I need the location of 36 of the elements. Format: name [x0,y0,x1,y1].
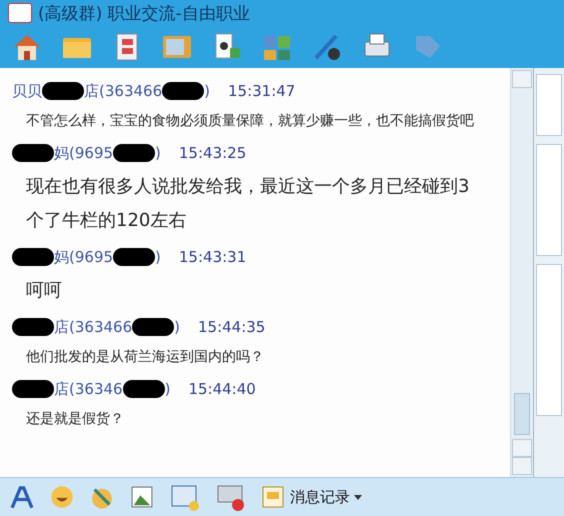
sender-name: ) [155,144,161,162]
message-text: 他们批发的是从荷兰海运到国内的吗？ [25,348,265,367]
redaction-mark [113,248,156,266]
app-icon [8,3,32,23]
history-icon [260,484,286,510]
sender-name: 贝贝 [12,82,42,100]
sender-name: 店(363466 [84,82,162,100]
message-time: 15:43:31 [178,248,246,266]
message-history-button[interactable]: 消息记录 [260,484,362,510]
message-time: 15:44:40 [188,380,256,398]
message-text: 还是就是假货？ [25,410,125,429]
redaction-mark [12,144,54,162]
redaction-mark [12,248,54,266]
message-text: 呵呵 [25,279,63,303]
sender-name: 店(363466 [54,318,132,336]
redaction-mark [162,82,204,100]
message-text: 现在也有很多人说批发给我，最近这一个多月已经碰到3个了牛栏的120左右 [25,175,470,233]
sender-name: 妈(9695 [54,248,114,266]
sender-name: 妈(9695 [54,144,114,162]
redaction-mark [42,82,84,100]
sender-name: ) [174,318,180,336]
window-title: (高级群) 职业交流-自由职业 [38,2,250,24]
message-time: 15:44:35 [198,318,266,336]
message-time: 15:43:25 [178,144,246,162]
redaction-mark [122,380,165,398]
sender-name: 店(36346 [54,380,123,398]
redaction-mark [12,380,54,398]
sender-name: ) [164,380,170,398]
sender-name: ) [204,82,210,100]
redaction-mark [12,318,54,336]
sender-name: ) [155,248,161,266]
redaction-mark [132,318,174,336]
message-text: 不管怎么样，宝宝的食物必须质量保障，就算少赚一些，也不能搞假货吧 [25,112,475,131]
redaction-mark [113,144,156,162]
message-time: 15:31:47 [228,82,296,100]
scrollbar[interactable] [510,68,533,477]
